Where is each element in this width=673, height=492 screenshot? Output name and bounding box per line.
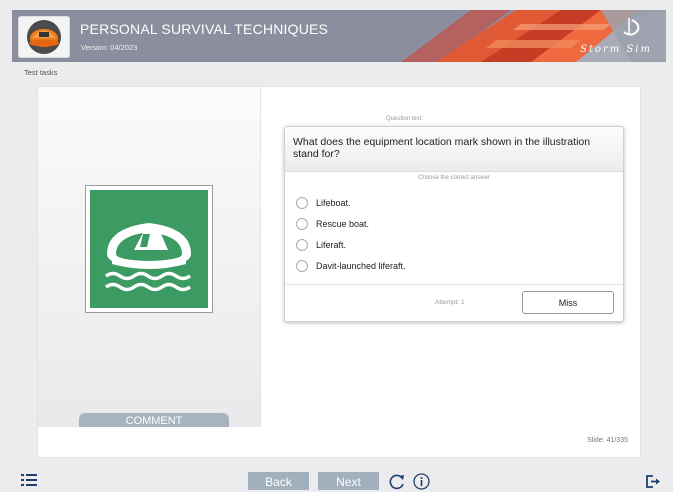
liferaft-location-mark-icon — [104, 223, 192, 292]
app-header: PERSONAL SURVIVAL TECHNIQUES Version: 04… — [12, 10, 666, 62]
reload-icon[interactable] — [388, 473, 406, 490]
answer-option[interactable]: Lifeboat. — [296, 196, 351, 210]
brand-name: Storm Sim — [580, 44, 652, 55]
radio-button[interactable] — [296, 197, 308, 209]
list-menu-icon[interactable] — [21, 474, 37, 486]
radio-button[interactable] — [296, 260, 308, 272]
answer-option-label: Lifeboat. — [316, 198, 351, 208]
app-logo — [18, 16, 70, 58]
exit-icon[interactable] — [646, 475, 660, 488]
choose-answer-label: Choose the correct answer — [418, 175, 490, 181]
comment-button[interactable]: COMMENT — [79, 413, 229, 427]
answer-option-label: Rescue boat. — [316, 219, 370, 229]
back-button[interactable]: Back — [248, 472, 309, 490]
info-icon[interactable] — [413, 473, 430, 490]
next-button[interactable]: Next — [318, 472, 379, 490]
answer-option[interactable]: Liferaft. — [296, 238, 346, 252]
equipment-sign — [90, 190, 208, 308]
brand-mark-icon — [623, 18, 640, 36]
illustration-column: COMMENT — [38, 87, 261, 427]
liferaft-logo-icon — [27, 20, 61, 54]
illustration-frame — [85, 185, 213, 313]
breadcrumb: Test tasks — [24, 68, 58, 77]
radio-button[interactable] — [296, 239, 308, 251]
answer-option[interactable]: Davit-launched liferaft. — [296, 259, 406, 273]
card-divider — [285, 284, 623, 285]
app-title: PERSONAL SURVIVAL TECHNIQUES — [80, 21, 329, 37]
radio-button[interactable] — [296, 218, 308, 230]
question-text: What does the equipment location mark sh… — [293, 136, 591, 160]
question-header: What does the equipment location mark sh… — [285, 127, 623, 172]
answer-option-label: Liferaft. — [316, 240, 347, 250]
question-card: What does the equipment location mark sh… — [284, 126, 624, 322]
attempt-counter: Attempt: 1 — [435, 299, 465, 306]
answer-option[interactable]: Rescue boat. — [296, 217, 369, 231]
app-version: Version: 04/2023 — [81, 43, 138, 52]
answer-option-label: Davit-launched liferaft. — [316, 261, 406, 271]
slide-counter: Slide: 41/335 — [587, 437, 628, 444]
question-label: Question text: — [386, 116, 424, 122]
miss-button[interactable]: Miss — [522, 291, 614, 314]
